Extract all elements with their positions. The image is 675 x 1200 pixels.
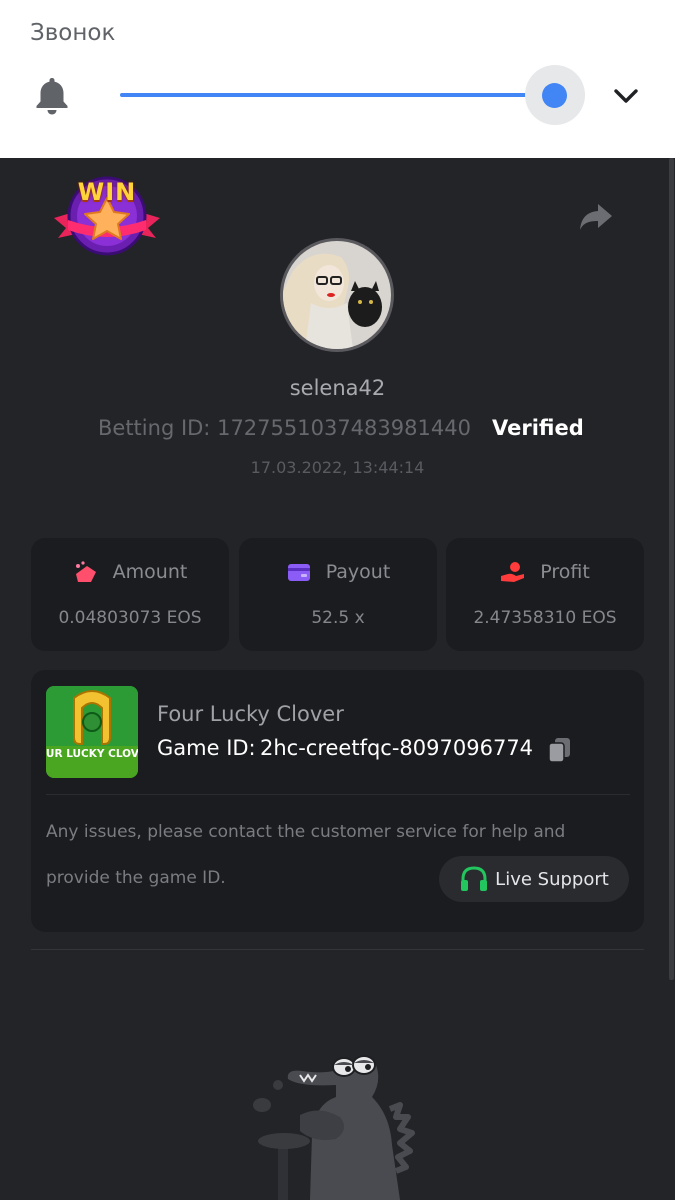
betting-id-value: 1727551037483981440 [217,416,471,440]
stat-amount-label: Amount [112,561,188,583]
volume-slider-thumb[interactable] [542,83,567,108]
stat-payout-label: Payout [325,561,391,583]
crocodile-mascot [253,1055,415,1200]
stat-amount-value: 0.04803073 EOS [58,608,202,628]
betting-id-label: Betting ID: [98,416,211,440]
stat-profit-label: Profit [540,561,590,583]
stat-payout-value: 52.5 x [311,608,365,628]
game-name: Four Lucky Clover [157,702,344,726]
win-badge-text: WIN [77,178,137,206]
live-support-label: Live Support [495,868,609,890]
chevron-down-icon[interactable] [610,82,642,110]
stat-profit: Profit 2.47358310 EOS [446,538,644,651]
bell-icon[interactable] [33,76,71,116]
volume-panel-title: Звонок [30,20,116,46]
bet-timestamp: 17.03.2022, 13:44:14 [250,458,425,477]
game-box-divider [46,794,630,795]
wallet-icon [287,564,310,581]
scrollbar[interactable] [669,158,674,980]
section-divider [31,949,644,950]
amount-icon [75,561,96,582]
profit-hand-icon [501,562,525,582]
game-thumbnail[interactable]: FOUR LUCKY CLOVER [46,686,138,778]
avatar [280,238,394,352]
game-id-label: Game ID: [157,736,256,760]
game-thumbnail-text: FOUR LUCKY CLOVER [46,748,138,760]
headset-icon [461,866,488,891]
stat-payout: Payout 52.5 x [239,538,437,651]
stat-amount: Amount 0.04803073 EOS [31,538,229,651]
game-id-value: 2hc-creetfqc-8097096774 [260,736,534,760]
support-text-line-2: provide the game ID. [46,868,226,888]
verified-badge: Verified [492,416,584,440]
betting-id: Betting ID: 1727551037483981440 [98,416,471,440]
copy-icon[interactable] [547,736,573,764]
live-support-button[interactable]: Live Support [439,856,629,902]
volume-slider-track[interactable] [120,93,556,97]
volume-panel: Звонок [0,0,675,158]
username: selena42 [289,376,386,400]
share-icon[interactable] [578,200,614,232]
support-text-line-1: Any issues, please contact the customer … [46,822,566,842]
stat-profit-value: 2.47358310 EOS [473,608,617,628]
